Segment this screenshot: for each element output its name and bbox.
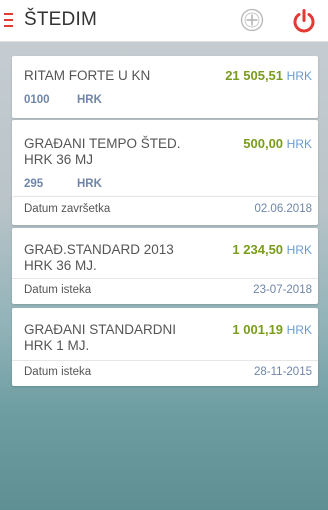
account-code-currency: HRK <box>77 94 102 106</box>
power-icon[interactable] <box>291 8 317 34</box>
date-label: Datum isteka <box>24 284 92 296</box>
account-name: GRAĐANI STANDARDNI HRK 1 MJ. <box>24 322 177 353</box>
account-amount: 21 505,51 HRK <box>225 68 312 83</box>
amount-currency: HRK <box>286 137 312 151</box>
date-value: 02.06.2018 <box>254 203 312 215</box>
add-circle-icon[interactable] <box>240 8 264 32</box>
amount-value: 1 234,50 <box>232 242 284 257</box>
hamburger-menu-icon[interactable] <box>4 13 13 27</box>
divider <box>12 360 318 361</box>
amount-value: 1 001,19 <box>232 322 284 337</box>
account-amount: 500,00 HRK <box>243 136 312 151</box>
account-amount: 1 234,50 HRK <box>232 242 312 257</box>
account-amount: 1 001,19 HRK <box>232 322 312 337</box>
date-value: 23-07-2018 <box>253 284 312 296</box>
page-title: ŠTEDIM <box>24 9 97 30</box>
date-value: 28-11-2015 <box>254 366 312 378</box>
account-card[interactable]: GRAĐANI TEMPO ŠTED. HRK 36 MJ 500,00 HRK… <box>12 120 318 200</box>
account-card[interactable]: GRAĐ.STANDARD 2013 HRK 36 MJ. 1 234,50 H… <box>12 228 318 304</box>
amount-currency: HRK <box>286 243 312 257</box>
account-card[interactable]: GRAĐANI STANDARDNI HRK 1 MJ. 1 001,19 HR… <box>12 308 318 386</box>
account-code-currency: HRK <box>77 178 102 190</box>
account-name: GRAĐANI TEMPO ŠTED. HRK 36 MJ <box>24 136 181 167</box>
account-code: 0100 <box>24 94 50 106</box>
amount-currency: HRK <box>286 323 312 337</box>
amount-value: 500,00 <box>243 136 284 151</box>
account-name: RITAM FORTE U KN <box>24 68 151 83</box>
account-code: 295 <box>24 178 44 190</box>
amount-currency: HRK <box>286 69 312 83</box>
amount-value: 21 505,51 <box>225 68 284 83</box>
date-label: Datum završetka <box>24 203 111 215</box>
top-bar: ŠTEDIM <box>0 0 328 42</box>
divider <box>12 278 318 279</box>
account-date-row: Datum završetka 02.06.2018 <box>12 196 318 225</box>
date-label: Datum isteka <box>24 366 92 378</box>
account-card[interactable]: RITAM FORTE U KN 21 505,51 HRK 0100 HRK <box>12 56 318 118</box>
account-name: GRAĐ.STANDARD 2013 HRK 36 MJ. <box>24 242 174 273</box>
